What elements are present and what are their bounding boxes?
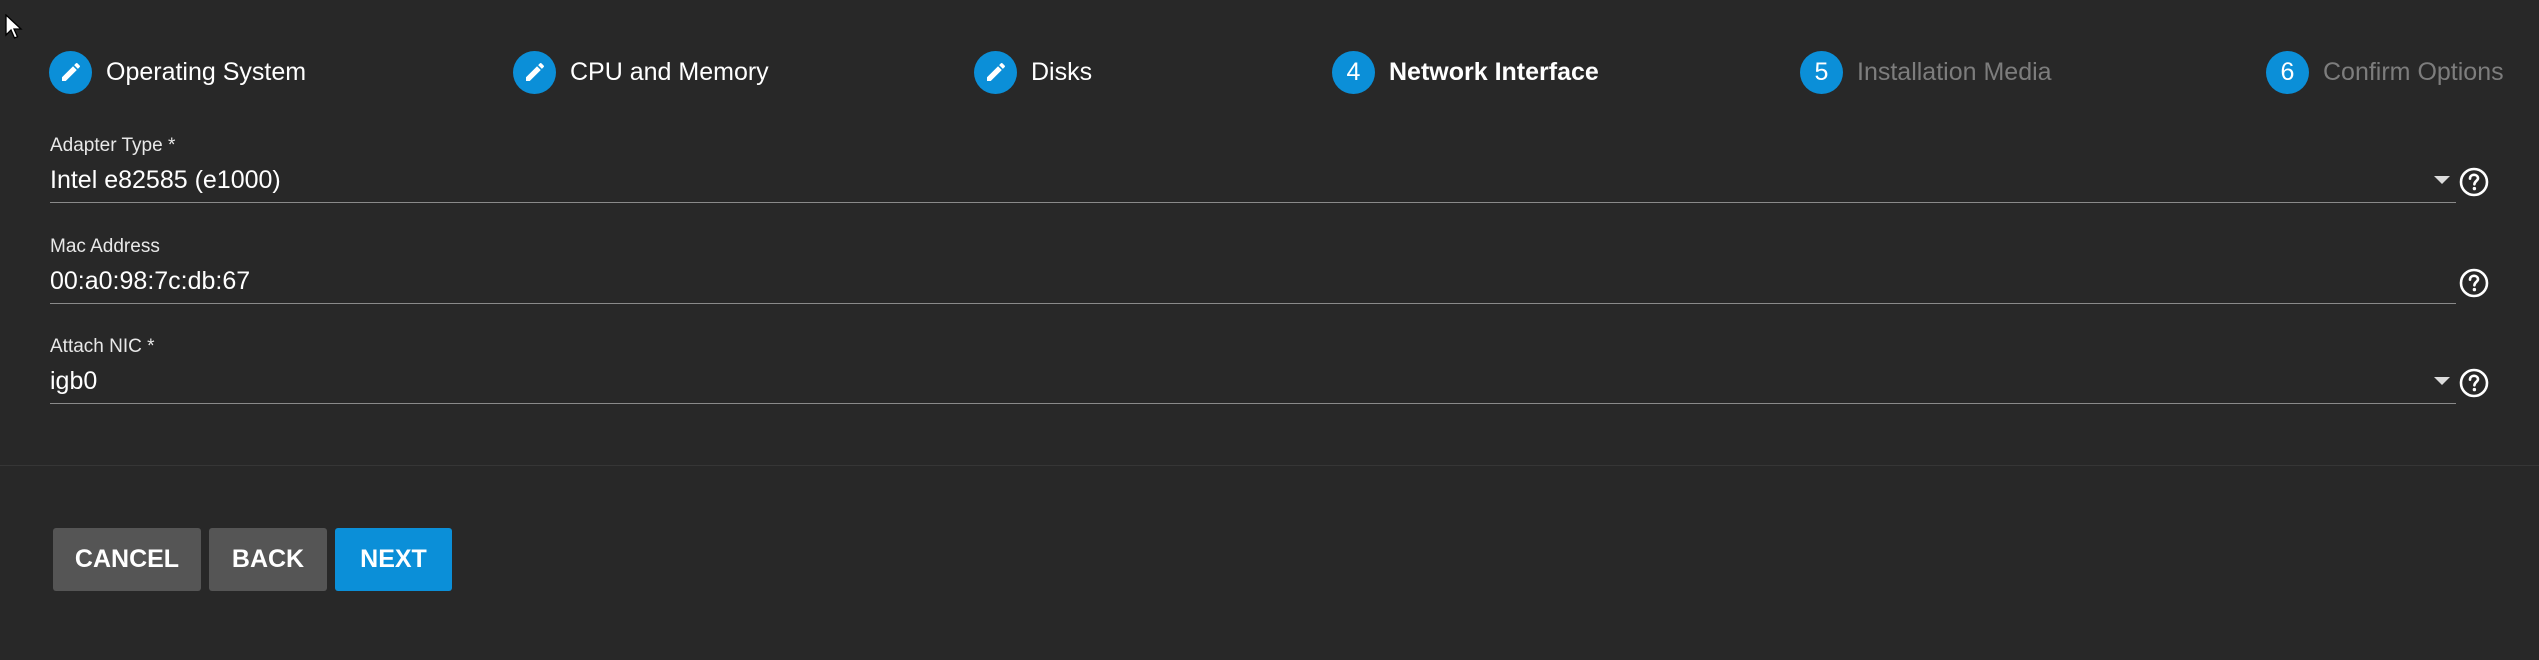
step-network-interface[interactable]: 4 Network Interface [1332, 48, 1599, 96]
step-label: CPU and Memory [570, 57, 769, 86]
step-number: 5 [1800, 50, 1843, 94]
pencil-icon [49, 50, 92, 94]
help-circle-icon[interactable] [2458, 367, 2490, 399]
step-confirm-options[interactable]: 6 Confirm Options [2266, 48, 2504, 96]
mac-address-input[interactable]: 00:a0:98:7c:db:67 [50, 259, 2456, 304]
adapter-type-label: Adapter Type * [50, 135, 176, 156]
adapter-type-select[interactable]: Intel e82585 (e1000) [50, 158, 2456, 203]
step-cpu-and-memory[interactable]: CPU and Memory [513, 48, 769, 96]
attach-nic-value: igb0 [50, 367, 98, 395]
step-number: 6 [2266, 50, 2309, 94]
mac-address-value: 00:a0:98:7c:db:67 [50, 267, 251, 295]
attach-nic-field: Attach NIC * igb0 [50, 335, 2456, 404]
attach-nic-label: Attach NIC * [50, 336, 155, 357]
adapter-type-value: Intel e82585 (e1000) [50, 166, 281, 194]
adapter-type-field: Adapter Type * Intel e82585 (e1000) [50, 134, 2456, 203]
step-label: Operating System [106, 57, 307, 86]
dropdown-arrow-icon[interactable] [2434, 176, 2450, 184]
help-circle-icon[interactable] [2458, 166, 2490, 198]
step-label: Confirm Options [2323, 57, 2504, 86]
next-button[interactable]: NEXT [335, 528, 452, 591]
step-label: Network Interface [1389, 57, 1599, 86]
step-number: 4 [1332, 50, 1375, 94]
mac-address-field: Mac Address 00:a0:98:7c:db:67 [50, 235, 2456, 304]
cancel-button[interactable]: CANCEL [53, 528, 201, 591]
step-label: Installation Media [1857, 57, 2052, 86]
help-circle-icon[interactable] [2458, 267, 2490, 299]
back-button[interactable]: BACK [209, 528, 327, 591]
vm-wizard-network-step: Operating System CPU and Memory Disks 4 … [0, 0, 2539, 660]
step-installation-media[interactable]: 5 Installation Media [1800, 48, 2052, 96]
wizard-stepper: Operating System CPU and Memory Disks 4 … [0, 48, 2539, 96]
pencil-icon [513, 50, 556, 94]
mouse-cursor-icon [5, 14, 23, 39]
step-operating-system[interactable]: Operating System [49, 48, 306, 96]
section-divider [0, 465, 2539, 466]
pencil-icon [974, 50, 1017, 94]
dropdown-arrow-icon[interactable] [2434, 377, 2450, 385]
step-label: Disks [1031, 57, 1093, 86]
mac-address-label: Mac Address [50, 236, 160, 257]
step-disks[interactable]: Disks [974, 48, 1092, 96]
attach-nic-select[interactable]: igb0 [50, 359, 2456, 404]
